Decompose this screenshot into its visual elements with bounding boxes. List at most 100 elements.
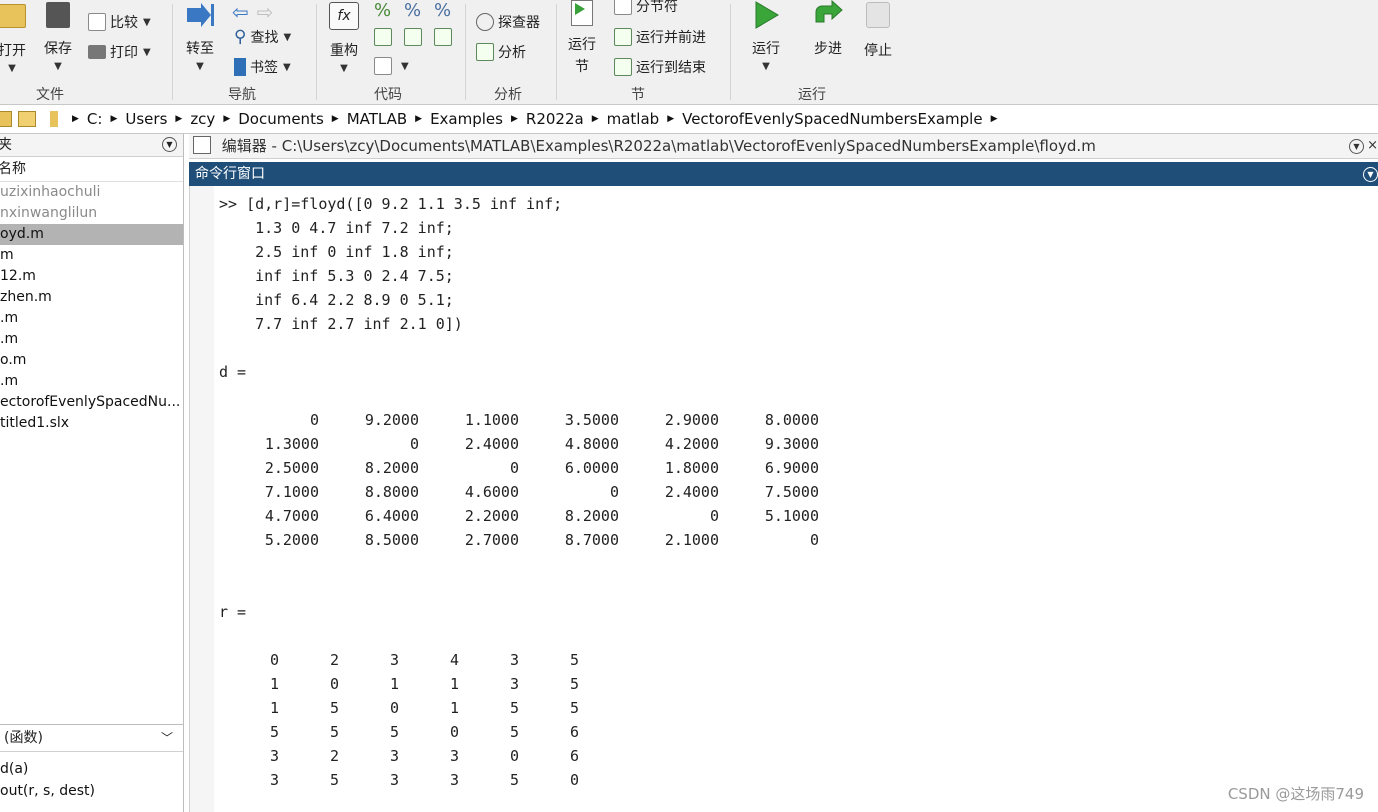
- file-item[interactable]: titled1.slx: [0, 413, 183, 434]
- breadcrumb-6[interactable]: R2022a: [526, 110, 584, 128]
- printer-icon: [88, 45, 106, 59]
- column-header-name[interactable]: 名称: [0, 157, 183, 182]
- chevron-down-icon: ▼: [340, 63, 348, 74]
- decrease-indent-icon[interactable]: [404, 28, 422, 46]
- file-item[interactable]: .m: [0, 329, 183, 350]
- section-break-button[interactable]: 分节符: [614, 0, 678, 16]
- toolstrip: 打开 ▼ 保存 ▼ 比较 ▼ 打印 ▼ 文件 转至 ▼ ⇦ ⇨ ⚲ 查找 ▼ 书…: [0, 0, 1378, 105]
- breadcrumb-0[interactable]: C:: [87, 110, 103, 128]
- group-label-analysis: 分析: [494, 87, 522, 103]
- file-item[interactable]: ectorofEvenlySpacedNu...: [0, 392, 183, 413]
- comment-icon[interactable]: %: [374, 0, 391, 21]
- explorer-button[interactable]: 探查器: [476, 12, 540, 32]
- file-item[interactable]: m: [0, 245, 183, 266]
- panel-header: 夹 ▼: [0, 134, 183, 157]
- file-item[interactable]: uzixinhaochuli: [0, 182, 183, 203]
- address-bar[interactable]: ▶ C: ▶ Users ▶ zcy ▶ Documents ▶ MATLAB …: [0, 105, 1378, 134]
- function-item[interactable]: d(a): [0, 761, 28, 777]
- matrix-cell: 5: [569, 675, 579, 693]
- command-input-line: 2.5 inf 0 inf 1.8 inf;: [219, 243, 454, 261]
- breadcrumb-8[interactable]: VectorofEvenlySpacedNumbersExample: [682, 110, 982, 128]
- matrix-cell: 0: [809, 531, 819, 549]
- matrix-cell: 0: [569, 771, 579, 789]
- analyze-icon: [476, 43, 494, 61]
- profiler-icon: [476, 13, 494, 31]
- uncomment-icon[interactable]: %: [404, 0, 421, 21]
- back-forward-buttons[interactable]: ⇦ ⇨: [232, 0, 274, 24]
- file-item[interactable]: 12.m: [0, 266, 183, 287]
- wrap-comment-icon[interactable]: %: [434, 0, 451, 21]
- file-item[interactable]: zhen.m: [0, 287, 183, 308]
- file-item[interactable]: oyd.m: [0, 224, 183, 245]
- insert-function-icon: [374, 57, 392, 75]
- play-icon: [755, 1, 779, 29]
- bookmark-button[interactable]: 书签 ▼: [234, 57, 291, 77]
- file-item[interactable]: .m: [0, 308, 183, 329]
- chevron-right-icon[interactable]: ▶: [175, 114, 182, 124]
- panel-menu-icon[interactable]: ▼: [1349, 139, 1364, 154]
- divider: [730, 4, 731, 100]
- function-item[interactable]: out(r, s, dest): [0, 783, 95, 799]
- chevron-down-icon: ▼: [196, 61, 204, 72]
- chevron-right-icon[interactable]: ▶: [332, 114, 339, 124]
- forward-arrow-icon[interactable]: ⇨: [257, 0, 274, 24]
- browse-folder-icon[interactable]: [18, 111, 36, 127]
- goto-arrow-icon: [187, 3, 214, 27]
- compare-icon: [88, 13, 106, 31]
- chevron-right-icon[interactable]: ▶: [110, 114, 117, 124]
- divider: [316, 4, 317, 100]
- file-item[interactable]: o.m: [0, 350, 183, 371]
- group-label-run: 运行: [798, 87, 826, 103]
- run-section-button[interactable]: 运行 节: [562, 0, 602, 76]
- breadcrumb-2[interactable]: zcy: [190, 110, 215, 128]
- details-header[interactable]: (函数) ﹀: [0, 724, 183, 752]
- run-advance-icon: [614, 28, 632, 46]
- breadcrumb-1[interactable]: Users: [125, 110, 167, 128]
- editor-icon: [193, 136, 211, 154]
- chevron-right-icon[interactable]: ▶: [592, 114, 599, 124]
- panel-menu-icon[interactable]: ▼: [162, 137, 177, 152]
- matrix-cell: 6.9000: [764, 459, 819, 477]
- increase-indent-icon[interactable]: [434, 28, 452, 46]
- matrix-cell: 7.5000: [764, 483, 819, 501]
- matrix-cell: 9.3000: [764, 435, 819, 453]
- stop-button[interactable]: 停止: [858, 0, 898, 60]
- chevron-right-icon[interactable]: ▶: [991, 114, 998, 124]
- breadcrumb-7[interactable]: matlab: [607, 110, 660, 128]
- smart-indent-icon[interactable]: [374, 28, 392, 46]
- breadcrumb-4[interactable]: MATLAB: [347, 110, 407, 128]
- close-icon[interactable]: ×: [1367, 134, 1378, 158]
- run-and-advance-button[interactable]: 运行并前进: [614, 27, 706, 47]
- refactor-button[interactable]: fx 重构 ▼: [324, 0, 364, 74]
- insert-function-button[interactable]: ▼: [374, 57, 409, 75]
- stop-icon: [866, 2, 890, 28]
- file-item[interactable]: nxinwanglilun: [0, 203, 183, 224]
- chevron-right-icon[interactable]: ▶: [667, 114, 674, 124]
- chevron-right-icon[interactable]: ▶: [415, 114, 422, 124]
- run-button[interactable]: 运行 ▼: [746, 0, 786, 72]
- folder-icon: [0, 4, 26, 28]
- folder-up-icon[interactable]: [0, 111, 12, 127]
- compare-button[interactable]: 比较 ▼: [88, 12, 151, 32]
- goto-button[interactable]: 转至 ▼: [182, 0, 218, 72]
- output-variable-d: d =: [219, 363, 247, 381]
- file-item[interactable]: .m: [0, 371, 183, 392]
- output-variable-r: r =: [219, 603, 247, 621]
- save-button[interactable]: 保存 ▼: [40, 0, 76, 72]
- breadcrumb-5[interactable]: Examples: [430, 110, 503, 128]
- chevron-down-icon: ▼: [143, 46, 151, 58]
- chevron-down-icon: ▼: [143, 16, 151, 28]
- analyze-button[interactable]: 分析: [476, 42, 526, 62]
- open-button[interactable]: 打开 ▼: [0, 0, 30, 74]
- print-button[interactable]: 打印 ▼: [88, 42, 151, 62]
- command-input-line: inf 6.4 2.2 8.9 0 5.1;: [219, 291, 454, 309]
- chevron-right-icon[interactable]: ▶: [511, 114, 518, 124]
- back-arrow-icon[interactable]: ⇦: [232, 0, 249, 24]
- panel-menu-icon[interactable]: ▼: [1363, 167, 1378, 182]
- chevron-right-icon[interactable]: ▶: [223, 114, 230, 124]
- find-button[interactable]: ⚲ 查找 ▼: [234, 27, 291, 47]
- run-to-end-button[interactable]: 运行到结束: [614, 57, 706, 77]
- chevron-right-icon[interactable]: ▶: [72, 114, 79, 124]
- breadcrumb-3[interactable]: Documents: [238, 110, 324, 128]
- step-button[interactable]: 步进: [808, 0, 848, 58]
